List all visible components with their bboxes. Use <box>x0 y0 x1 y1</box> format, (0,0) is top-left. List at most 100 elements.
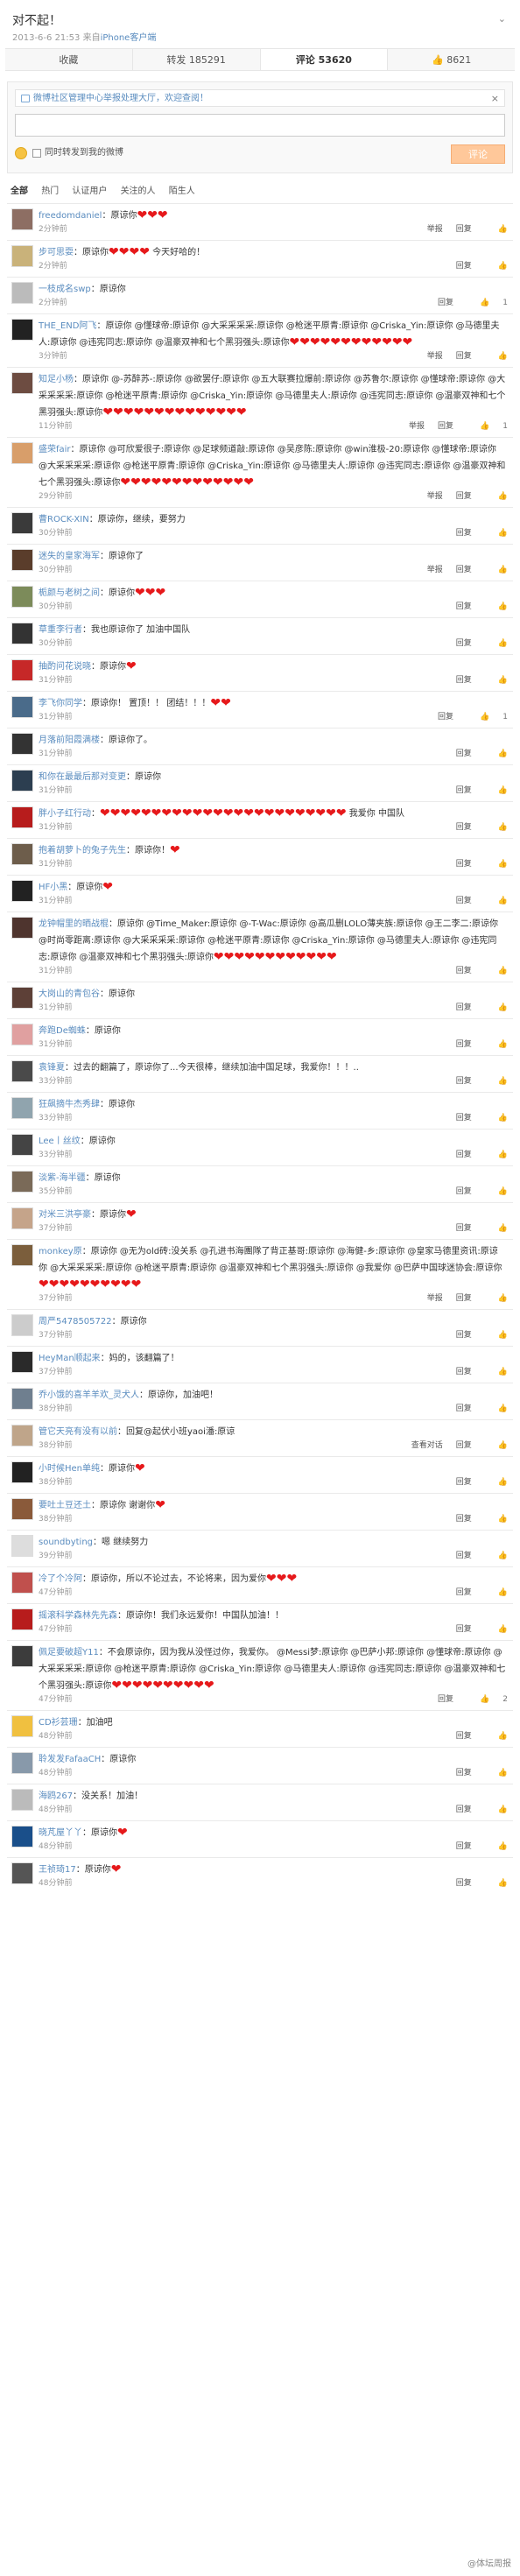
avatar[interactable] <box>11 549 33 571</box>
forward-checkbox[interactable] <box>32 149 41 158</box>
reply-button[interactable]: 回复 <box>456 1478 472 1487</box>
avatar[interactable] <box>11 442 33 464</box>
avatar[interactable] <box>11 1097 33 1119</box>
reply-button[interactable]: 回复 <box>438 713 453 721</box>
reply-button[interactable]: 回复 <box>456 1404 472 1413</box>
comment-submit-button[interactable]: 评论 <box>451 144 505 164</box>
avatar[interactable] <box>11 1789 33 1811</box>
like-button[interactable]: 👍 <box>485 1114 508 1123</box>
avatar[interactable] <box>11 282 33 304</box>
like-button[interactable]: 👍 <box>485 225 508 234</box>
comment-author[interactable]: 迷失的皇家海军 <box>39 552 100 561</box>
like-button[interactable]: 👍 <box>485 1441 508 1450</box>
comment-author[interactable]: 曹ROCK-XIN <box>39 515 89 524</box>
like-button[interactable]: 👍 <box>485 1368 508 1376</box>
like-button[interactable]: 👍 2 <box>467 1695 508 1704</box>
like-button[interactable]: 👍 1 <box>467 422 508 431</box>
like-button[interactable]: 👍 <box>485 1404 508 1413</box>
avatar[interactable] <box>11 806 33 828</box>
reply-button[interactable]: 回复 <box>456 225 472 234</box>
like-button[interactable]: 👍 <box>485 967 508 975</box>
reply-button[interactable]: 回复 <box>456 860 472 869</box>
reply-button[interactable]: 回复 <box>456 676 472 685</box>
comment-author[interactable]: 栀颜与老树之间 <box>39 588 100 598</box>
like-button[interactable]: 👍 <box>485 823 508 832</box>
comment-author[interactable]: CD衫芸珊 <box>39 1718 78 1728</box>
like-button[interactable]: 👍 <box>485 750 508 758</box>
like-button[interactable]: 👍 <box>485 1879 508 1888</box>
like-button[interactable]: 👍 <box>485 1588 508 1597</box>
reply-button[interactable]: 回复 <box>456 352 472 361</box>
comment-author[interactable]: 一枝成名swp <box>39 285 91 294</box>
like-button[interactable]: 👍 <box>485 676 508 685</box>
like-button[interactable]: 👍 <box>485 1077 508 1086</box>
comment-author[interactable]: THE_END阿飞 <box>39 321 96 331</box>
comment-author[interactable]: soundbyting <box>39 1538 93 1547</box>
avatar[interactable] <box>11 1461 33 1483</box>
avatar[interactable] <box>11 623 33 644</box>
report-button[interactable]: 举报 <box>427 352 443 361</box>
avatar[interactable] <box>11 1608 33 1630</box>
comment-author[interactable]: 海鸥267 <box>39 1791 73 1801</box>
reply-button[interactable]: 回复 <box>456 786 472 795</box>
reply-button[interactable]: 回复 <box>456 602 472 611</box>
comment-author[interactable]: 冷了个冷阿 <box>39 1574 82 1584</box>
comment-author[interactable]: 淡紫-海半疆 <box>39 1173 86 1183</box>
avatar[interactable] <box>11 372 33 394</box>
like-button[interactable]: 👍 1 <box>467 713 508 721</box>
avatar[interactable] <box>11 1388 33 1410</box>
avatar[interactable] <box>11 586 33 608</box>
like-button[interactable]: 👍 <box>485 1003 508 1012</box>
reply-button[interactable]: 回复 <box>456 1441 472 1450</box>
avatar[interactable] <box>11 319 33 341</box>
reply-button[interactable]: 回复 <box>456 1368 472 1376</box>
avatar[interactable] <box>11 659 33 681</box>
like-button[interactable]: 👍 <box>485 352 508 361</box>
reply-button[interactable]: 回复 <box>456 1842 472 1851</box>
like-button[interactable]: 👍 <box>485 786 508 795</box>
comment-author[interactable]: 奔跑De蜘蛛 <box>39 1026 86 1036</box>
avatar[interactable] <box>11 1351 33 1373</box>
like-button[interactable]: 👍 <box>485 566 508 574</box>
tab-like[interactable]: 👍 8621 <box>388 49 515 70</box>
filter-hot[interactable]: 热门 <box>41 187 59 196</box>
avatar[interactable] <box>11 1645 33 1667</box>
avatar[interactable] <box>11 1171 33 1193</box>
reply-button[interactable]: 回复 <box>456 1515 472 1524</box>
reply-button[interactable]: 回复 <box>456 1077 472 1086</box>
avatar[interactable] <box>11 1826 33 1848</box>
reply-button[interactable]: 回复 <box>456 1769 472 1777</box>
chevron-down-icon[interactable]: ⌄ <box>498 12 506 26</box>
reply-button[interactable]: 回复 <box>456 897 472 905</box>
avatar[interactable] <box>11 1862 33 1884</box>
tab-comment[interactable]: 评论 53620 <box>260 49 389 70</box>
like-button[interactable]: 👍 <box>485 1515 508 1524</box>
comment-author[interactable]: 王祯琦17 <box>39 1865 76 1875</box>
reply-button[interactable]: 回复 <box>456 1879 472 1888</box>
reply-button[interactable]: 回复 <box>456 823 472 832</box>
avatar[interactable] <box>11 843 33 865</box>
comment-author[interactable]: 步可思耍 <box>39 248 74 257</box>
comment-author[interactable]: 周严5478505722 <box>39 1317 112 1327</box>
like-button[interactable]: 👍 <box>485 639 508 648</box>
reply-button[interactable]: 回复 <box>456 1805 472 1814</box>
comment-author[interactable]: 知足小杨 <box>39 375 74 384</box>
comment-author[interactable]: 草重李行者 <box>39 625 82 635</box>
like-button[interactable]: 👍 <box>485 1805 508 1814</box>
like-button[interactable]: 👍 <box>485 1040 508 1049</box>
like-button[interactable]: 👍 <box>485 1187 508 1196</box>
reply-button[interactable]: 回复 <box>456 1114 472 1123</box>
like-button[interactable]: 👍 1 <box>467 299 508 307</box>
like-button[interactable]: 👍 <box>485 1224 508 1233</box>
tab-favorite[interactable]: 收藏 <box>5 49 133 70</box>
like-button[interactable]: 👍 <box>485 1769 508 1777</box>
reply-button[interactable]: 回复 <box>438 1695 453 1704</box>
like-button[interactable]: 👍 <box>485 1732 508 1741</box>
reply-button[interactable]: 回复 <box>456 1294 472 1303</box>
report-button[interactable]: 举报 <box>427 492 443 501</box>
tab-forward[interactable]: 转发 185291 <box>133 49 261 70</box>
comment-author[interactable]: 和你在最最后那对变更 <box>39 772 126 782</box>
comment-author[interactable]: 聆发发FafaaCH <box>39 1755 101 1764</box>
like-button[interactable]: 👍 <box>485 262 508 271</box>
view-dialog-button[interactable]: 查看对话 <box>411 1441 443 1450</box>
